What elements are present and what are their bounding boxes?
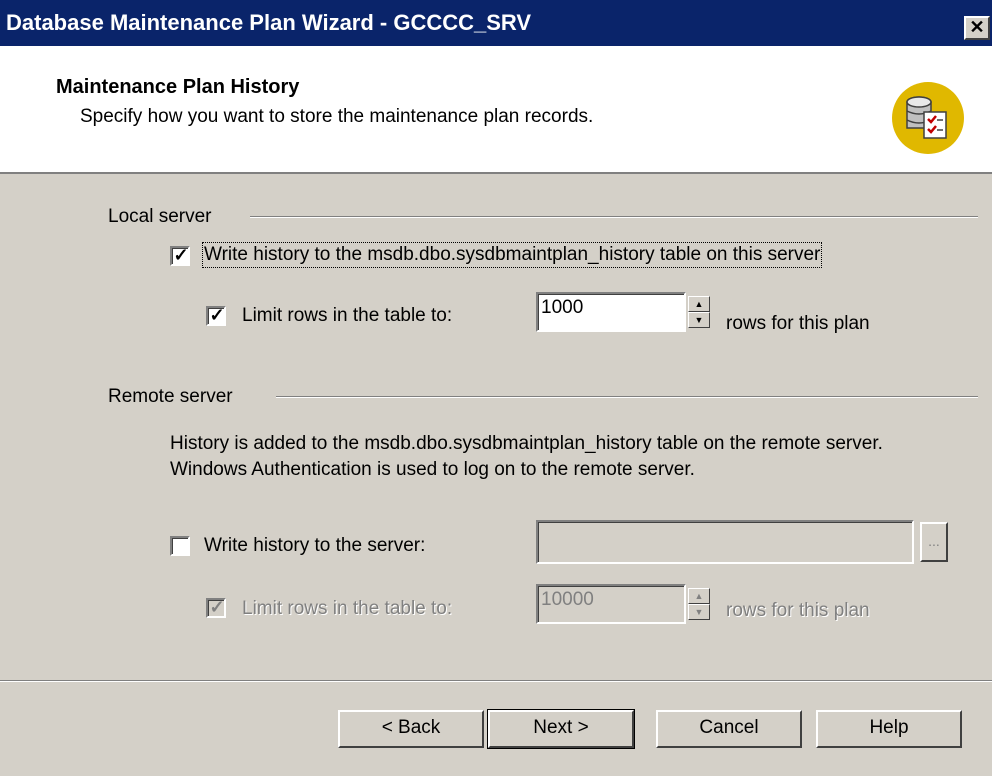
check-icon: ✓ <box>209 305 225 325</box>
limit-rows-local-input[interactable]: 1000 <box>536 292 686 332</box>
local-server-divider <box>250 216 978 218</box>
remote-description-line1: History is added to the msdb.dbo.sysdbma… <box>170 433 883 454</box>
remote-server-divider <box>276 396 978 398</box>
close-button[interactable]: ✕ <box>964 16 990 40</box>
check-icon: ✓ <box>209 597 225 617</box>
title-bar: Database Maintenance Plan Wizard - GCCCC… <box>0 0 992 46</box>
limit-rows-remote-input[interactable]: 10000 <box>536 584 686 624</box>
limit-rows-remote-suffix: rows for this plan <box>726 600 870 621</box>
write-history-local-label[interactable]: Write history to the msdb.dbo.sysdbmaint… <box>201 242 823 268</box>
spin-down-icon[interactable]: ▼ <box>688 312 710 328</box>
limit-rows-local-suffix: rows for this plan <box>726 313 870 334</box>
limit-rows-local-checkbox[interactable]: ✓ <box>206 305 226 326</box>
local-server-label: Local server <box>108 206 212 227</box>
database-checklist-icon <box>892 82 964 154</box>
back-button[interactable]: < Back <box>338 710 484 748</box>
remote-description-line2: Windows Authentication is used to log on… <box>170 459 695 480</box>
window-title: Database Maintenance Plan Wizard - GCCCC… <box>6 10 532 35</box>
spin-down-icon[interactable]: ▼ <box>688 604 710 620</box>
next-button[interactable]: Next > <box>487 709 635 749</box>
remote-server-label: Remote server <box>108 386 233 407</box>
footer-divider <box>0 680 992 682</box>
page-subtitle: Specify how you want to store the mainte… <box>80 106 594 127</box>
check-icon: ✓ <box>173 245 189 265</box>
close-icon: ✕ <box>969 17 985 37</box>
write-history-remote-label[interactable]: Write history to the server: <box>204 535 425 557</box>
limit-rows-local-label[interactable]: Limit rows in the table to: <box>242 305 452 327</box>
limit-rows-remote-checkbox[interactable]: ✓ <box>206 597 226 618</box>
write-history-remote-checkbox[interactable] <box>170 536 190 556</box>
browse-server-button[interactable]: ... <box>920 522 948 562</box>
page-title: Maintenance Plan History <box>56 76 300 98</box>
cancel-button[interactable]: Cancel <box>656 710 802 748</box>
help-button[interactable]: Help <box>816 710 962 748</box>
remote-server-input[interactable] <box>536 520 914 564</box>
wizard-header: Maintenance Plan History Specify how you… <box>0 46 992 174</box>
spin-up-icon[interactable]: ▲ <box>688 588 710 604</box>
write-history-local-checkbox[interactable]: ✓ <box>170 245 190 266</box>
spin-up-icon[interactable]: ▲ <box>688 296 710 312</box>
limit-rows-remote-label[interactable]: Limit rows in the table to: <box>242 598 452 620</box>
